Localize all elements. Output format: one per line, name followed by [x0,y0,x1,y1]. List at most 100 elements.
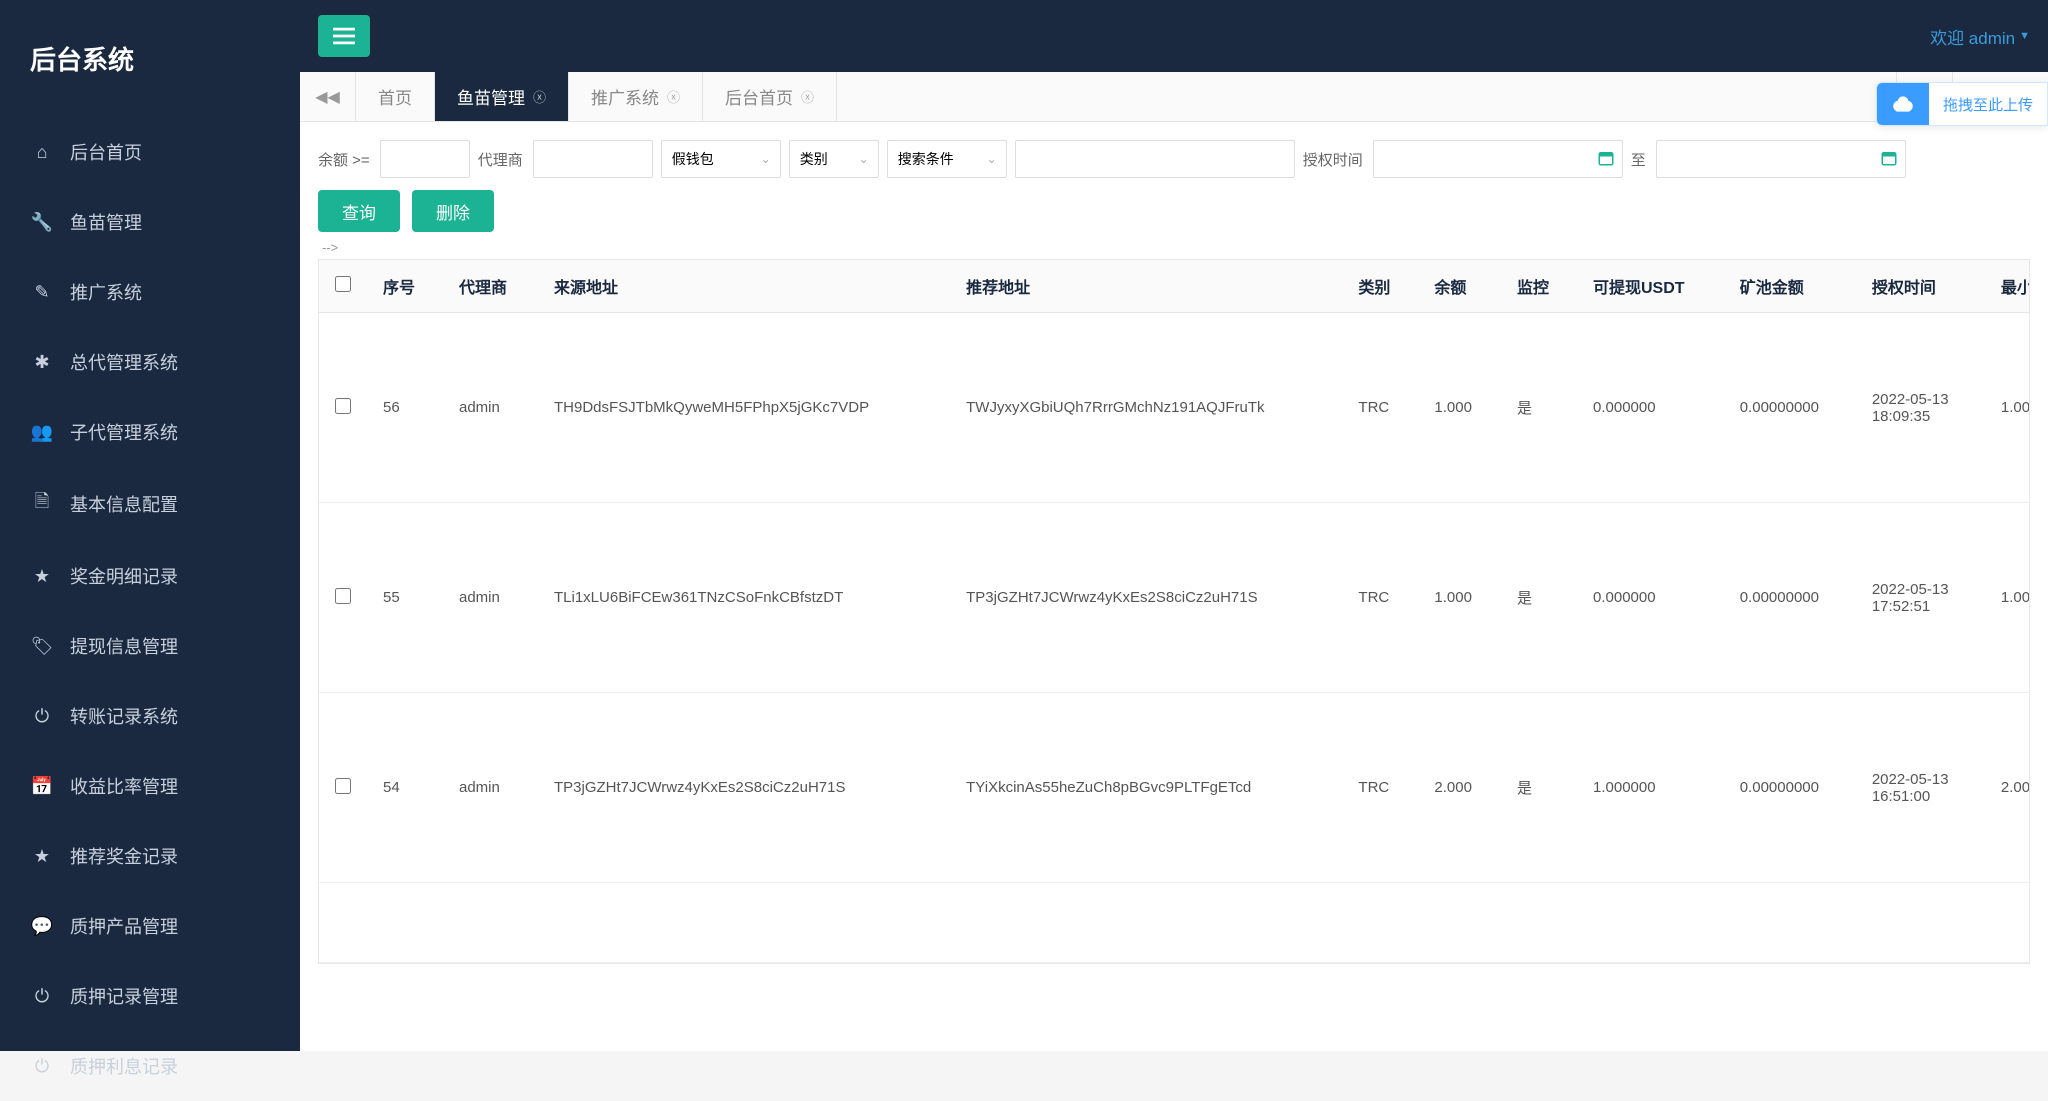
cell-pool: 0.00000000 [1724,503,1856,693]
table-row: 56adminTH9DdsFSJTbMkQyweMH5FPhpX5jGKc7VD… [319,313,2030,503]
menu-toggle-button[interactable] [318,15,370,57]
table-header-cell: 授权时间 [1856,260,1985,313]
action-buttons: 查询 删除 [318,190,2030,232]
caret-down-icon: ▼ [2019,30,2030,42]
edit-icon: ✎ [30,282,54,303]
welcome-user-dropdown[interactable]: 欢迎 admin ▼ [1930,24,2030,49]
agent-input[interactable] [533,140,653,178]
power-icon: ⏻ [30,986,54,1007]
welcome-text: 欢迎 admin [1930,24,2015,49]
table-row: 55adminTLi1xLU6BiFCEw361TNzCSoFnkCBfstzD… [319,503,2030,693]
tab[interactable]: 首页 [356,72,435,121]
date-to-input[interactable] [1656,140,1906,178]
power-icon: ⏻ [30,706,54,727]
table-row: 54adminTP3jGZHt7JCWrwz4yKxEs2S8ciCz2uH71… [319,693,2030,883]
sidebar-item-label: 质押产品管理 [70,913,178,939]
cell-src-address: TP3jGZHt7JCWrwz4yKxEs2S8ciCz2uH71S [538,693,950,883]
calendar-icon: 📅 [30,776,54,797]
cell-usdt: 0.000000 [1577,503,1724,693]
sidebar-item[interactable]: ★ 推荐奖金记录 [0,821,300,891]
row-checkbox[interactable] [335,588,351,604]
tab[interactable]: 鱼苗管理ⓧ [435,72,569,121]
sidebar-item-label: 子代管理系统 [70,419,178,445]
sidebar-item[interactable]: 💬质押产品管理 [0,891,300,961]
cell-ref-address: TP3jGZHt7JCWrwz4yKxEs2S8ciCz2uH71S [950,503,1342,693]
cell-src-address: TLi1xLU6BiFCEw361TNzCSoFnkCBfstzDT [538,503,950,693]
sidebar-item-label: 提现信息管理 [70,633,178,659]
sidebar-menu: ⌂后台首页 🔧 鱼苗管理 ✎ 推广系统 ✱总代管理系统👥子代管理系统 🗎 基本信息配置 ★奖金明… [0,117,300,1101]
auth-time-label: 授权时间 [1303,149,1363,170]
sidebar-item[interactable]: ⏻ 质押记录管理 [0,961,300,1031]
cell-balance: 1.000 [1418,503,1501,693]
wrench-icon: 🔧 [30,212,54,233]
cell-usdt: 0.000000 [1577,313,1724,503]
cell-src-address: TH9DdsFSJTbMkQyweMH5FPhpX5jGKc7VDP [538,313,950,503]
sidebar-item[interactable]: 🗎 基本信息配置 [0,467,300,541]
cell-pool: 0.00000000 [1724,313,1856,503]
search-keyword-input[interactable] [1015,140,1295,178]
close-icon[interactable]: ⓧ [801,87,814,106]
data-table: 序号代理商来源地址推荐地址类别余额监控可提现USDT矿池金额授权时间最小余额 5… [319,260,2030,963]
table-header-cell: 推荐地址 [950,260,1342,313]
cell-agent: admin [443,693,538,883]
tabs-scroll-left-button[interactable]: ◀◀ [300,72,356,121]
sidebar-item[interactable]: 🏷 提现信息管理 [0,611,300,681]
sidebar-item-label: 基本信息配置 [70,491,178,517]
select-all-checkbox[interactable] [335,276,351,292]
sidebar-item[interactable]: ⏻ 转账记录系统 [0,681,300,751]
cell-min-balance: 1.00 [1985,503,2030,693]
sidebar-item-label: 转账记录系统 [70,703,178,729]
balance-input[interactable] [380,140,470,178]
tab-label: 后台首页 [725,84,793,109]
file-icon: 🗎 [30,489,54,519]
content-area: 余额 >= 代理商 ⌄ ⌄ ⌄ 授权时间 [300,122,2048,1051]
cell-seq: 55 [367,503,443,693]
cell-balance: 2.000 [1418,693,1501,883]
row-checkbox[interactable] [335,778,351,794]
power-icon: ⏻ [30,1056,54,1077]
close-icon[interactable]: ⓧ [533,87,546,106]
sidebar-item-label: 推荐奖金记录 [70,843,178,869]
cell-auth-time: 2022-05-1316:51:00 [1856,693,1985,883]
row-checkbox[interactable] [335,398,351,414]
sidebar-item[interactable]: ⌂后台首页 [0,117,300,187]
table-header-cell: 余额 [1418,260,1501,313]
sidebar-item[interactable]: ✱总代管理系统 [0,327,300,397]
sidebar-item[interactable]: ⏻质押利息记录 [0,1031,300,1101]
tag-icon: 🏷 [30,636,54,657]
cell-category: TRC [1342,503,1418,693]
sidebar-item-label: 鱼苗管理 [70,209,142,235]
sidebar-item[interactable]: ★奖金明细记录 [0,541,300,611]
upload-drop-badge[interactable]: 拖拽至此上传 [1876,82,2048,126]
tab[interactable]: 后台首页 ⓧ [703,72,837,121]
star-icon: ★ [30,846,54,867]
tab[interactable]: 推广系统 ⓧ [569,72,703,121]
cell-monitor: 是 [1501,313,1577,503]
sidebar-item-label: 后台首页 [70,139,142,165]
tabs-container: 首页鱼苗管理ⓧ 推广系统 ⓧ 后台首页 ⓧ [356,72,1896,121]
cell-ref-address: TWJyxyXGbiUQh7RrrGMchNz191AQJFruTk [950,313,1342,503]
sidebar-item[interactable]: 📅 收益比率管理 [0,751,300,821]
category-select[interactable] [789,140,879,178]
wallet-select[interactable] [661,140,781,178]
query-button[interactable]: 查询 [318,190,400,232]
cell-min-balance: 1.00 [1985,313,2030,503]
app-title: 后台系统 [0,0,300,117]
sidebar-item-label: 推广系统 [70,279,142,305]
sidebar-item[interactable]: 🔧 鱼苗管理 [0,187,300,257]
sidebar-item-label: 收益比率管理 [70,773,178,799]
tab-label: 推广系统 [591,84,659,109]
tabs-bar: ◀◀ 首页鱼苗管理ⓧ推广系统ⓧ后台首页ⓧ ▶▶ 关闭 ▼ [300,72,2048,122]
cell-pool: 0.00000000 [1724,693,1856,883]
date-from-input[interactable] [1373,140,1623,178]
cell-agent: admin [443,313,538,503]
cell-category: TRC [1342,693,1418,883]
sidebar-item[interactable]: ✎ 推广系统 [0,257,300,327]
sidebar-item[interactable]: 👥子代管理系统 [0,397,300,467]
delete-button[interactable]: 删除 [412,190,494,232]
sidebar-item-label: 质押记录管理 [70,983,178,1009]
table-header-cell: 序号 [367,260,443,313]
search-cond-select[interactable] [887,140,1007,178]
close-icon[interactable]: ⓧ [667,87,680,106]
cell-seq: 56 [367,313,443,503]
